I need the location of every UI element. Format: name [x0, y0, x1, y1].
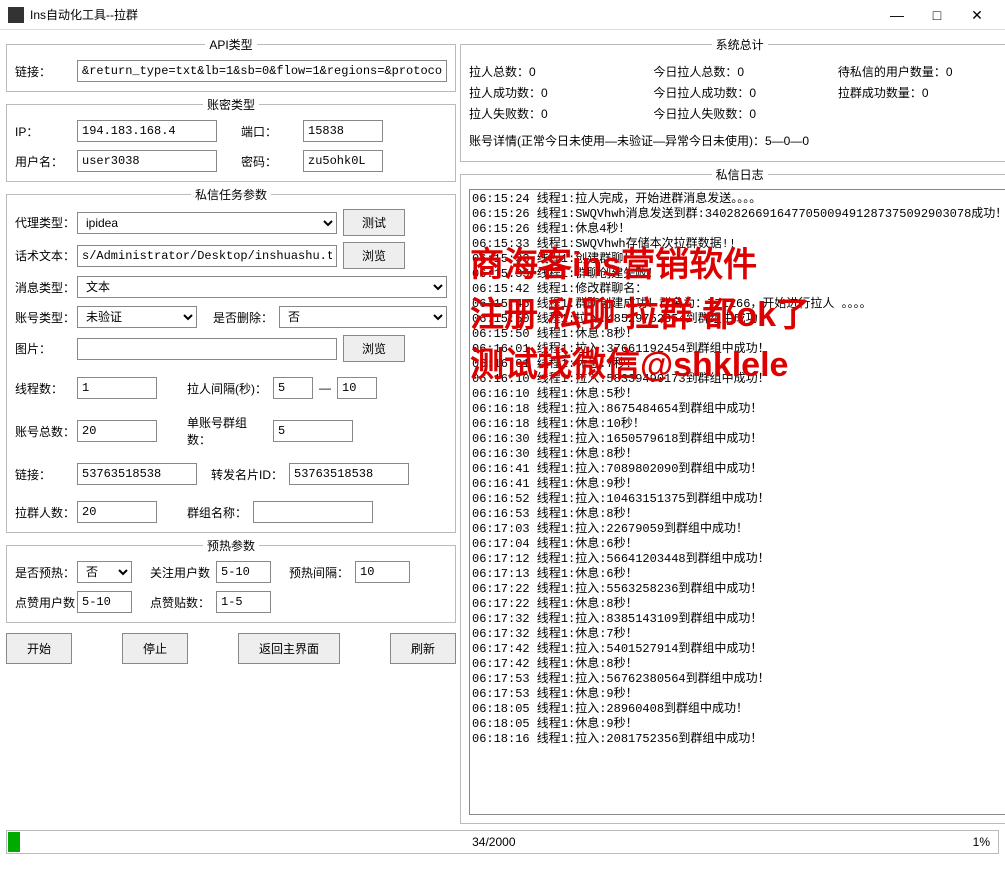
minimize-button[interactable]: —	[877, 3, 917, 27]
cardid-label: 转发名片ID：	[211, 466, 283, 483]
pass-input[interactable]	[303, 150, 383, 172]
progress-text: 34/2000	[15, 835, 973, 849]
pinterval-label: 预热间隔：	[289, 564, 349, 581]
likeuser-label: 点赞用户数	[15, 594, 71, 611]
bottom-buttons: 开始 停止 返回主界面 刷新	[6, 627, 456, 666]
ip-label: IP：	[15, 123, 71, 140]
interval-to-input[interactable]	[337, 377, 377, 399]
progress-pct: 1%	[973, 835, 990, 849]
refresh-button[interactable]: 刷新	[390, 633, 456, 664]
stat-pending: 待私信的用户数量：0	[838, 63, 1005, 80]
api-legend: API类型	[205, 36, 256, 53]
likepost-input[interactable]	[216, 591, 271, 613]
maximize-button[interactable]: □	[917, 3, 957, 27]
proxy-label: 代理类型：	[15, 214, 71, 231]
acctotal-label: 账号总数：	[15, 423, 71, 440]
pull-input[interactable]	[77, 501, 157, 523]
link2-label: 链接：	[15, 466, 71, 483]
account-group: 账密类型 IP： 端口： 用户名： 密码：	[6, 96, 456, 182]
cardid-input[interactable]	[289, 463, 409, 485]
user-label: 用户名：	[15, 153, 71, 170]
stat-today: 今日拉人总数：0	[653, 63, 825, 80]
link-label: 链接：	[15, 63, 71, 80]
pass-label: 密码：	[241, 153, 297, 170]
delete-select[interactable]: 否	[279, 306, 447, 328]
ispreheat-label: 是否预热：	[15, 564, 71, 581]
follow-input[interactable]	[216, 561, 271, 583]
ip-input[interactable]	[77, 120, 217, 142]
account-legend: 账密类型	[203, 96, 259, 113]
stat-fail: 拉人失败数：0	[469, 105, 641, 122]
image-input[interactable]	[77, 338, 337, 360]
stat-total: 拉人总数：0	[469, 63, 641, 80]
thread-input[interactable]	[77, 377, 157, 399]
api-group: API类型 链接：	[6, 36, 456, 92]
window-title: Ins自动化工具--拉群	[30, 6, 877, 23]
progress-bar: 34/2000 1%	[6, 830, 999, 854]
link-input[interactable]	[77, 60, 447, 82]
interval-label: 拉人间隔(秒)：	[187, 380, 267, 397]
stats-group: 系统总计 拉人总数：0 今日拉人总数：0 待私信的用户数量：0 拉人成功数：0 …	[460, 36, 1005, 162]
start-button[interactable]: 开始	[6, 633, 72, 664]
log-box[interactable]: 06:15:24 线程1:拉人完成，开始进群消息发送。。。。 06:15:26 …	[469, 189, 1005, 815]
proxy-select[interactable]: ipidea	[77, 212, 337, 234]
groupname-input[interactable]	[253, 501, 373, 523]
groupper-input[interactable]	[273, 420, 353, 442]
stat-today-fail: 今日拉人失败数：0	[653, 105, 825, 122]
close-button[interactable]: ✕	[957, 3, 997, 27]
back-button[interactable]: 返回主界面	[238, 633, 340, 664]
log-group: 私信日志 06:15:24 线程1:拉人完成，开始进群消息发送。。。。 06:1…	[460, 166, 1005, 824]
interval-dash: —	[319, 381, 331, 395]
acctotal-input[interactable]	[77, 420, 157, 442]
follow-label: 关注用户数	[150, 564, 210, 581]
stat-success: 拉人成功数：0	[469, 84, 641, 101]
task-group: 私信任务参数 代理类型： ipidea 测试 话术文本： 浏览 消息类型： 文本…	[6, 186, 456, 533]
pinterval-input[interactable]	[355, 561, 410, 583]
stat-today-success: 今日拉人成功数：0	[653, 84, 825, 101]
script-input[interactable]	[77, 245, 337, 267]
likeuser-input[interactable]	[77, 591, 132, 613]
browse-script-button[interactable]: 浏览	[343, 242, 405, 269]
acctype-label: 账号类型：	[15, 309, 71, 326]
groupname-label: 群组名称：	[187, 504, 247, 521]
stop-button[interactable]: 停止	[122, 633, 188, 664]
likepost-label: 点赞贴数：	[150, 594, 210, 611]
image-label: 图片：	[15, 340, 71, 357]
ispreheat-select[interactable]: 否	[77, 561, 132, 583]
test-button[interactable]: 测试	[343, 209, 405, 236]
app-icon	[8, 7, 24, 23]
titlebar: Ins自动化工具--拉群 — □ ✕	[0, 0, 1005, 30]
interval-from-input[interactable]	[273, 377, 313, 399]
stats-legend: 系统总计	[712, 36, 768, 53]
task-legend: 私信任务参数	[191, 186, 271, 203]
preheat-group: 预热参数 是否预热： 否 关注用户数 预热间隔： 点赞用户数 点赞贴数：	[6, 537, 456, 623]
stat-group-success: 拉群成功数量：0	[838, 84, 1005, 101]
stat-detail: 账号详情(正常今日未使用—未验证—异常今日未使用)：5—0—0	[469, 132, 1005, 149]
delete-label: 是否删除：	[213, 309, 273, 326]
port-input[interactable]	[303, 120, 383, 142]
user-input[interactable]	[77, 150, 217, 172]
thread-label: 线程数：	[15, 380, 71, 397]
script-label: 话术文本：	[15, 247, 71, 264]
preheat-legend: 预热参数	[203, 537, 259, 554]
port-label: 端口：	[241, 123, 297, 140]
browse-image-button[interactable]: 浏览	[343, 335, 405, 362]
acctype-select[interactable]: 未验证	[77, 306, 197, 328]
link2-input[interactable]	[77, 463, 197, 485]
groupper-label: 单账号群组数：	[187, 414, 267, 448]
pull-label: 拉群人数：	[15, 504, 71, 521]
log-legend: 私信日志	[712, 166, 768, 183]
msgtype-select[interactable]: 文本	[77, 276, 447, 298]
msgtype-label: 消息类型：	[15, 279, 71, 296]
